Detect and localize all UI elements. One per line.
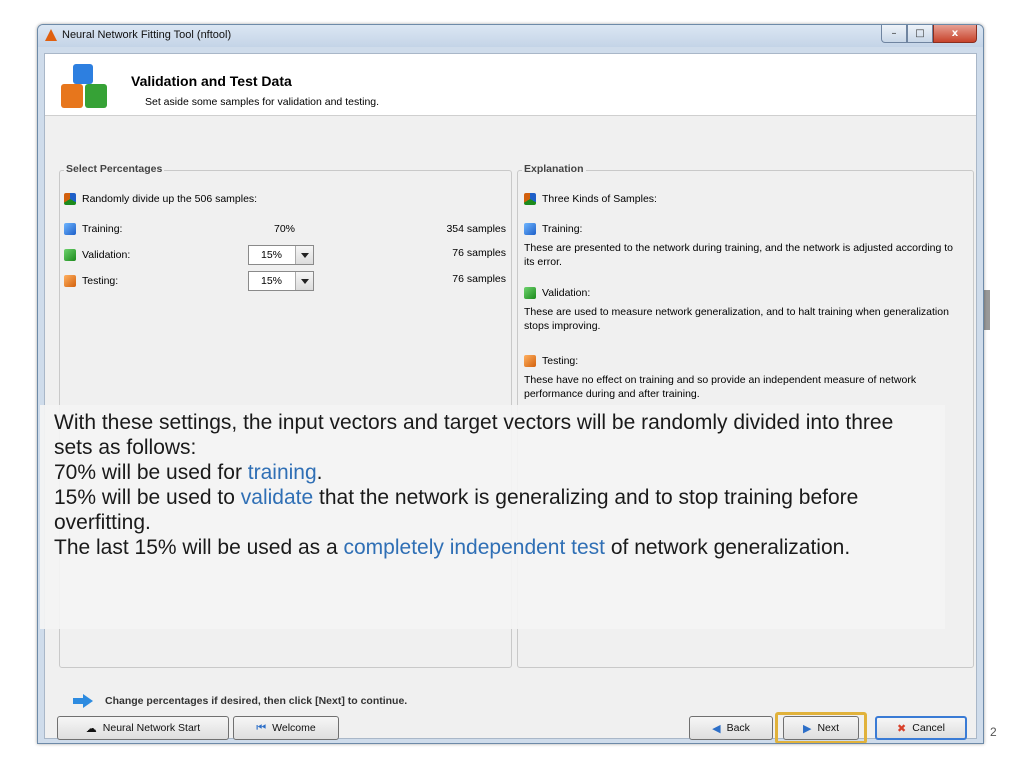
background-edge — [984, 290, 990, 330]
intro-text: Randomly divide up the 506 samples: — [82, 193, 258, 205]
explain-training-text: These are presented to the network durin… — [524, 242, 954, 268]
next-label: Next — [817, 722, 840, 734]
testing-percent-select[interactable]: 15% — [248, 271, 314, 291]
back-button[interactable]: ◀ Back — [689, 716, 773, 740]
testing-cube-icon — [524, 355, 536, 367]
select-percentages-legend: Select Percentages — [64, 163, 165, 175]
cancel-icon: ✖ — [897, 722, 907, 735]
cancel-label: Cancel — [912, 722, 945, 734]
validation-percent-select[interactable]: 15% — [248, 245, 314, 265]
header-panel: Validation and Test Data Set aside some … — [45, 54, 976, 116]
caption-line-4-pre: The last 15% will be used as a — [54, 536, 344, 559]
explain-training-heading-text: Training: — [542, 223, 583, 235]
caption-overlay: With these settings, the input vectors a… — [40, 405, 945, 629]
explain-testing-text: These have no effect on training and so … — [524, 374, 917, 400]
welcome-button[interactable]: ⏮ Welcome — [233, 716, 339, 740]
cancel-button[interactable]: ✖ Cancel — [875, 716, 967, 740]
caption-accent-validate: validate — [240, 486, 314, 509]
caption-accent-test: completely independent test — [343, 536, 606, 559]
testing-row: Testing: — [64, 275, 118, 287]
caption-line-4-post: of network generalization. — [605, 536, 851, 559]
page-title: Validation and Test Data — [131, 73, 292, 89]
chevron-down-icon[interactable] — [295, 272, 313, 290]
caption-line-1: With these settings, the input vectors a… — [54, 411, 894, 459]
footer-hint-text: Change percentages if desired, then clic… — [105, 695, 408, 707]
explain-testing-heading-text: Testing: — [542, 355, 579, 367]
explanation-intro-text: Three Kinds of Samples: — [542, 193, 657, 205]
explanation-legend: Explanation — [522, 163, 586, 175]
matlab-icon — [45, 29, 57, 41]
nn-start-label: Neural Network Start — [102, 722, 201, 734]
training-percent: 70% — [274, 223, 296, 235]
client-area: Validation and Test Data Set aside some … — [44, 53, 977, 743]
validation-samples: 76 samples — [452, 247, 506, 259]
page-subtitle: Set aside some samples for validation an… — [145, 96, 380, 108]
training-cube-icon — [524, 223, 536, 235]
explain-testing-heading: Testing: — [524, 355, 578, 367]
network-icon: ☁ — [85, 722, 97, 735]
training-samples: 354 samples — [446, 223, 506, 235]
chevron-down-icon[interactable] — [295, 246, 313, 264]
testing-label: Testing: — [82, 275, 119, 287]
window-controls: – □ x — [881, 25, 977, 44]
page-number: 2 — [990, 725, 997, 739]
close-button[interactable]: x — [933, 25, 977, 43]
testing-samples: 76 samples — [452, 273, 506, 285]
training-label: Training: — [82, 223, 123, 235]
explanation-intro: Three Kinds of Samples: — [524, 193, 657, 205]
neural-network-start-button[interactable]: ☁ Neural Network Start — [57, 716, 229, 740]
explain-validation-heading-text: Validation: — [542, 287, 591, 299]
caption-line-2-post: . — [316, 461, 323, 484]
slide: Neural Network Fitting Tool (nftool) – □… — [0, 0, 1024, 768]
validation-percent-value: 15% — [261, 249, 283, 261]
caption-line-4: The last 15% will be used as a completel… — [54, 535, 931, 560]
window-title: Neural Network Fitting Tool (nftool) — [62, 29, 232, 41]
explain-validation-text: These are used to measure network genera… — [524, 306, 949, 332]
explain-training-heading: Training: — [524, 223, 582, 235]
welcome-label: Welcome — [272, 722, 316, 734]
caption-line-2-pre: 70% will be used for — [54, 461, 248, 484]
cubes-small-icon — [64, 193, 76, 205]
testing-percent-value: 15% — [261, 275, 283, 287]
footer-hint: Change percentages if desired, then clic… — [73, 694, 407, 708]
validation-cube-icon — [524, 287, 536, 299]
caption-line-2: 70% will be used for training. — [54, 460, 931, 485]
caption-line-3: 15% will be used to validate that the ne… — [54, 485, 931, 535]
training-cube-icon — [64, 223, 76, 235]
back-label: Back — [726, 722, 750, 734]
training-row: Training: — [64, 223, 122, 235]
validation-row: Validation: — [64, 249, 130, 261]
nftool-window: Neural Network Fitting Tool (nftool) – □… — [37, 24, 984, 744]
explain-validation-heading: Validation: — [524, 287, 590, 299]
caption-line-3-pre: 15% will be used to — [54, 486, 241, 509]
arrow-right-icon — [73, 694, 93, 708]
caption-accent-training: training — [247, 461, 317, 484]
maximize-button[interactable]: □ — [907, 25, 933, 43]
cubes-small-icon — [524, 193, 536, 205]
minimize-button[interactable]: – — [881, 25, 907, 43]
next-button[interactable]: ▶ Next — [783, 716, 859, 740]
title-bar[interactable]: Neural Network Fitting Tool (nftool) – □… — [38, 25, 983, 47]
validation-cube-icon — [64, 249, 76, 261]
arrow-right-icon: ▶ — [802, 722, 812, 735]
rewind-icon: ⏮ — [256, 721, 267, 734]
arrow-left-icon: ◀ — [712, 722, 721, 735]
cubes-icon — [61, 64, 107, 108]
validation-label: Validation: — [82, 249, 131, 261]
intro-row: Randomly divide up the 506 samples: — [64, 193, 257, 205]
testing-cube-icon — [64, 275, 76, 287]
